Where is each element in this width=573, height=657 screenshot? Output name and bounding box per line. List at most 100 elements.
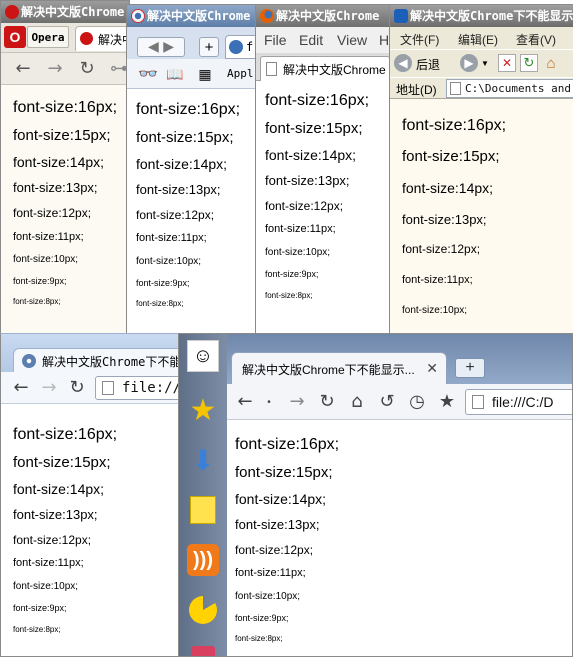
text-line-16px: font-size:16px;	[136, 101, 241, 118]
menu-edit[interactable]: 编辑(E)	[458, 31, 498, 48]
chrome2-tab[interactable]: 解决中文版Chrome下不能显	[13, 348, 181, 374]
ie-address-label: 地址(D)	[396, 83, 437, 97]
opera-page-content: font-size:16px; font-size:15px; font-siz…	[1, 85, 129, 335]
bag-icon[interactable]	[187, 640, 219, 656]
home-icon[interactable]: ⌂	[542, 54, 560, 72]
close-icon[interactable]: ✕	[426, 360, 438, 377]
text-line-10px: font-size:10px;	[13, 254, 79, 265]
text-line-16px: font-size:16px;	[402, 117, 507, 134]
opera-logo-icon	[5, 5, 19, 19]
text-line-10px: font-size:10px;	[265, 247, 331, 258]
text-line-9px: font-size:9px;	[136, 278, 190, 288]
ie-address-bar: 地址(D) C:\Documents and S	[390, 77, 573, 99]
text-line-14px: font-size:14px;	[265, 147, 357, 163]
ie-logo-icon	[394, 9, 408, 23]
text-line-9px: font-size:9px;	[235, 613, 289, 623]
text-line-16px: font-size:16px;	[13, 99, 118, 116]
globe-icon	[229, 40, 243, 54]
firefox-logo-icon	[260, 9, 274, 23]
home-icon[interactable]: ⌂	[347, 392, 367, 412]
refresh-icon[interactable]: ↻	[520, 54, 538, 72]
text-line-9px: font-size:9px;	[13, 603, 67, 613]
text-line-10px: font-size:10px;	[235, 591, 301, 602]
notes-icon[interactable]	[187, 494, 219, 526]
menu-history[interactable]: H	[379, 32, 389, 48]
text-line-13px: font-size:13px;	[13, 507, 98, 522]
text-line-11px: font-size:11px;	[265, 223, 336, 235]
ie-address-input[interactable]: C:\Documents and S	[446, 79, 573, 98]
reload-icon[interactable]: ↻	[67, 378, 87, 398]
pacman-icon[interactable]	[187, 594, 219, 626]
forward-icon[interactable]: →	[39, 378, 59, 398]
opera-tab[interactable]: 解决中	[75, 26, 129, 51]
ie-menu-bar: 文件(F) 编辑(E) 查看(V)	[390, 27, 573, 49]
avatar[interactable]: ☺	[187, 340, 219, 372]
new-tab-icon[interactable]: +	[455, 358, 485, 378]
history-icon[interactable]: ◷	[407, 392, 427, 412]
text-line-16px: font-size:16px;	[265, 92, 370, 109]
rss-icon[interactable]: )))	[187, 544, 219, 576]
opera-menu-button[interactable]: O	[4, 26, 26, 48]
grid-icon[interactable]: ▦	[195, 65, 215, 83]
text-line-12px: font-size:12px;	[13, 206, 92, 220]
text-line-14px: font-size:14px;	[13, 481, 105, 497]
stop-icon[interactable]: ✕	[498, 54, 516, 72]
menu-file[interactable]: 文件(F)	[400, 31, 439, 48]
back-icon[interactable]: ←	[13, 59, 33, 79]
forward-icon[interactable]: →	[287, 392, 307, 412]
star-icon[interactable]: ★	[187, 394, 219, 427]
chrome1-tab[interactable]: f	[225, 35, 255, 59]
text-line-11px: font-size:11px;	[13, 231, 84, 243]
text-line-9px: font-size:9px;	[265, 269, 319, 279]
back-icon[interactable]: ◀ ▶	[137, 37, 185, 57]
text-line-15px: font-size:15px;	[265, 120, 363, 137]
menu-file[interactable]: File	[264, 32, 287, 48]
chrome3-address-value: file:///C:/D	[492, 394, 554, 410]
text-line-16px: font-size:16px;	[235, 436, 340, 453]
text-line-15px: font-size:15px;	[13, 454, 111, 471]
text-line-13px: font-size:13px;	[235, 517, 320, 532]
text-line-9px: font-size:9px;	[13, 276, 67, 286]
book-icon[interactable]: 📖	[165, 65, 185, 83]
text-line-11px: font-size:11px;	[402, 274, 473, 286]
page-icon	[450, 82, 461, 95]
firefox-tab[interactable]: 解决中文版Chrome	[260, 56, 390, 81]
menu-edit[interactable]: Edit	[299, 32, 323, 48]
glasses-icon[interactable]: 👓	[137, 65, 159, 83]
chrome3-page-content: font-size:16px; font-size:15px; font-siz…	[227, 420, 572, 656]
ie-title-text: 解决中文版Chrome下不能显示	[410, 9, 573, 23]
firefox-title-text: 解决中文版Chrome	[276, 9, 380, 23]
opera-menu-label-button[interactable]: Opera	[27, 26, 69, 48]
chrome1-title-bar: 解决中文版Chrome	[127, 5, 255, 27]
reload-icon[interactable]: ↻	[77, 59, 97, 79]
download-icon[interactable]: ⬇	[187, 444, 219, 476]
chrome2-address-input[interactable]: file:///	[95, 376, 181, 400]
favorites-icon[interactable]: ★	[437, 392, 457, 412]
apps-label[interactable]: Appl	[227, 67, 254, 80]
text-line-15px: font-size:15px;	[13, 127, 111, 144]
undo-icon[interactable]: ↺	[377, 392, 397, 412]
firefox-window: 解决中文版Chrome File Edit View H 解决中文版Chrome…	[255, 4, 391, 336]
opera-title-bar: 解决中文版Chrome	[1, 1, 129, 23]
chrome3-nav-bar: ← • → ↻ ⌂ ↺ ◷ ★ file:///C:/D	[227, 384, 572, 420]
ie-back-label[interactable]: 后退	[416, 56, 440, 73]
forward-icon[interactable]: ▶	[460, 54, 478, 72]
chrome3-address-input[interactable]: file:///C:/D	[465, 389, 572, 415]
back-icon[interactable]: ◀	[394, 54, 412, 72]
chevron-down-icon[interactable]: ▼	[480, 56, 490, 70]
new-tab-icon[interactable]: +	[199, 37, 219, 57]
back-icon[interactable]: ←	[235, 392, 255, 412]
text-line-10px: font-size:10px;	[13, 581, 79, 592]
reload-icon[interactable]: ↻	[317, 392, 337, 412]
chrome3-tab-bar: 解决中文版Chrome下不能显示... ✕ +	[227, 334, 572, 384]
back-icon[interactable]: ←	[11, 378, 31, 398]
forward-icon[interactable]: →	[45, 59, 65, 79]
menu-view[interactable]: View	[337, 32, 367, 48]
text-line-14px: font-size:14px;	[136, 156, 228, 172]
text-line-12px: font-size:12px;	[235, 543, 314, 557]
menu-view[interactable]: 查看(V)	[516, 31, 556, 48]
page-icon	[102, 381, 114, 395]
opera-title-text: 解决中文版Chrome	[21, 5, 125, 19]
chrome2-tab-bar: 解决中文版Chrome下不能显	[1, 334, 181, 374]
chrome3-tab[interactable]: 解决中文版Chrome下不能显示... ✕	[231, 352, 447, 384]
